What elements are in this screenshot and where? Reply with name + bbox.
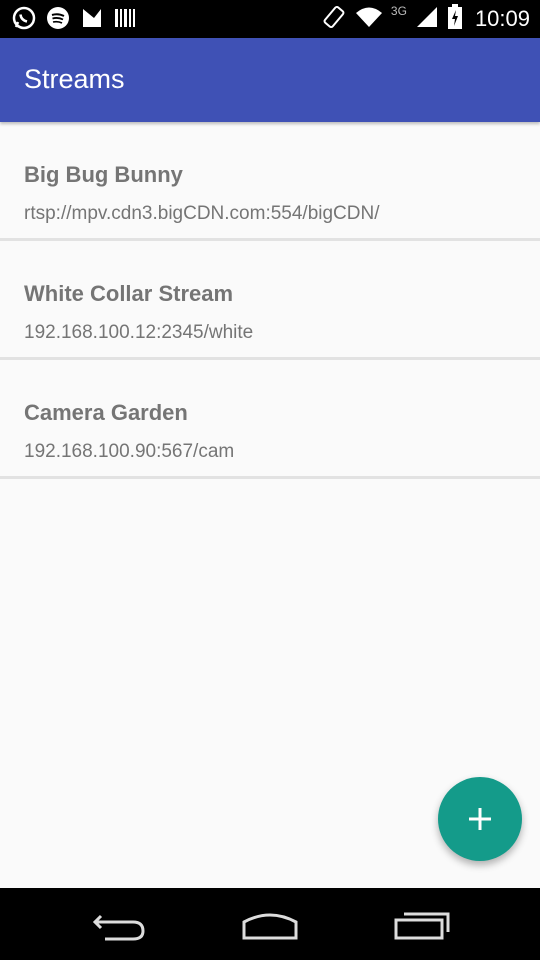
stream-url: 192.168.100.12:2345/white — [24, 322, 254, 343]
home-button[interactable] — [238, 906, 308, 946]
rotate-icon — [321, 4, 347, 35]
system-icons: 3G 10:09 — [321, 3, 530, 35]
battery-icon — [447, 3, 463, 35]
back-icon — [92, 914, 145, 941]
back-button[interactable] — [87, 906, 157, 946]
screen: 3G 10:09 Streams Big Bug Bunny rtsp://mp — [0, 0, 540, 960]
list-item[interactable]: Big Bug Bunny rtsp://mpv.cdn3.bigCDN.com… — [0, 122, 540, 241]
page-title: Streams — [24, 64, 125, 94]
notification-icons — [12, 6, 136, 35]
recents-icon — [394, 912, 450, 940]
tasker-icon — [80, 6, 104, 35]
spotify-icon — [46, 6, 70, 35]
list-item[interactable]: Camera Garden 192.168.100.90:567/cam — [0, 360, 540, 479]
barcode-icon — [114, 7, 136, 34]
status-bar: 3G 10:09 — [0, 0, 540, 38]
wifi-icon — [355, 5, 383, 34]
network-type-label: 3G — [390, 4, 407, 18]
navigation-bar — [0, 888, 540, 960]
status-time: 10:09 — [474, 6, 530, 31]
add-stream-button[interactable] — [438, 777, 522, 861]
add-icon — [469, 808, 491, 830]
stream-url: rtsp://mpv.cdn3.bigCDN.com:554/bigCDN/ — [24, 203, 380, 224]
stream-name: White Collar Stream — [24, 281, 234, 306]
recents-button[interactable] — [390, 906, 460, 946]
stream-url: 192.168.100.90:567/cam — [24, 441, 235, 462]
signal-icon — [415, 5, 439, 34]
whatsapp-icon — [12, 6, 36, 35]
home-icon — [242, 913, 298, 940]
app-bar: Streams — [0, 38, 540, 122]
stream-list: Big Bug Bunny rtsp://mpv.cdn3.bigCDN.com… — [0, 122, 540, 479]
stream-name: Camera Garden — [24, 400, 188, 425]
list-item[interactable]: White Collar Stream 192.168.100.12:2345/… — [0, 241, 540, 360]
stream-name: Big Bug Bunny — [24, 162, 183, 187]
